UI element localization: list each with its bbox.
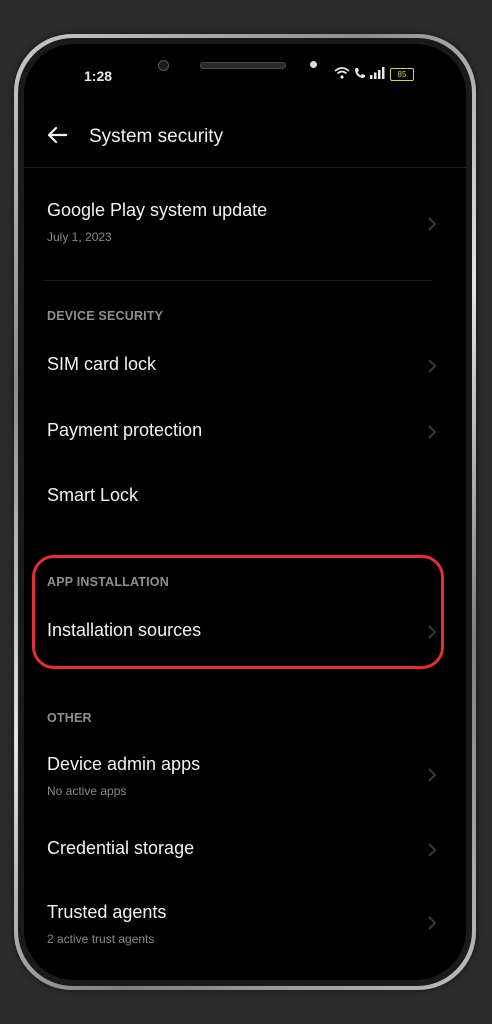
signal-icon <box>370 67 386 82</box>
item-title: Device admin apps <box>47 754 201 774</box>
divider <box>44 280 432 281</box>
divider <box>24 167 466 168</box>
status-time: 1:28 <box>84 68 113 84</box>
credential-storage-item[interactable]: Credential storage <box>24 816 466 882</box>
earpiece-speaker <box>200 62 286 69</box>
item-title: SIM card lock <box>47 354 157 374</box>
item-subtitle: July 1, 2023 <box>47 230 112 244</box>
google-play-update-item[interactable]: Google Play system update July 1, 2023 <box>24 174 466 274</box>
phone-bezel: 1:28 85 System security Google Play syst… <box>18 38 472 986</box>
payment-protection-item[interactable]: Payment protection <box>24 398 466 464</box>
item-title: Trusted agents <box>47 902 167 922</box>
proximity-sensor <box>310 61 317 68</box>
chevron-right-icon <box>426 216 438 232</box>
item-title: Google Play system update <box>47 200 268 220</box>
item-subtitle: No active apps <box>47 784 127 798</box>
device-admin-apps-item[interactable]: Device admin apps No active apps <box>24 734 466 814</box>
item-title: Smart Lock <box>47 485 139 505</box>
wifi-icon <box>334 67 350 82</box>
section-header-device-security: DEVICE SECURITY <box>47 309 164 323</box>
installation-sources-item[interactable]: Installation sources <box>24 598 466 664</box>
section-header-other: OTHER <box>47 711 92 725</box>
item-title: Installation sources <box>47 620 202 640</box>
call-icon <box>354 67 366 82</box>
sim-card-lock-item[interactable]: SIM card lock <box>24 332 466 398</box>
screen: 1:28 85 System security Google Play syst… <box>24 44 466 980</box>
chevron-right-icon <box>426 842 438 858</box>
chevron-right-icon <box>426 424 438 440</box>
item-title: Payment protection <box>47 420 203 440</box>
trusted-agents-item[interactable]: Trusted agents 2 active trust agents <box>24 882 466 962</box>
status-icons: 85 <box>334 67 414 82</box>
battery-icon: 85 <box>390 68 414 81</box>
app-bar: System security <box>24 118 466 158</box>
front-camera <box>158 60 169 71</box>
back-arrow-icon[interactable] <box>44 122 70 148</box>
item-title: Credential storage <box>47 838 195 858</box>
smart-lock-item[interactable]: Smart Lock <box>24 464 466 530</box>
chevron-right-icon <box>426 358 438 374</box>
section-header-app-installation: APP INSTALLATION <box>47 575 169 589</box>
chevron-right-icon <box>426 767 438 783</box>
item-subtitle: 2 active trust agents <box>47 932 155 946</box>
chevron-right-icon <box>426 915 438 931</box>
page-title: System security <box>89 126 224 147</box>
chevron-right-icon <box>426 624 438 640</box>
phone-frame: 1:28 85 System security Google Play syst… <box>14 34 476 990</box>
